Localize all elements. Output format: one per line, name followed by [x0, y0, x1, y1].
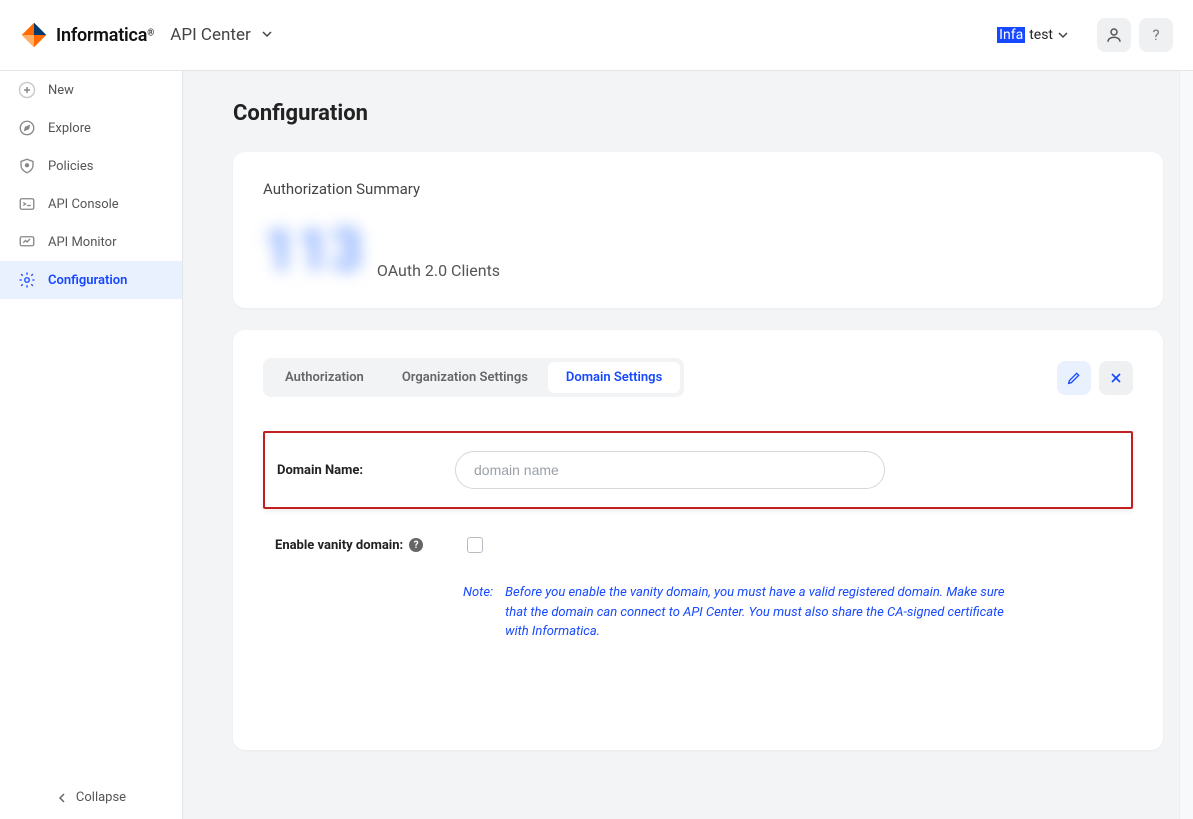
sidebar-item-label: API Console [48, 197, 119, 212]
vanity-checkbox[interactable] [467, 537, 483, 553]
sidebar-item-label: Configuration [48, 273, 127, 288]
sidebar-item-api-monitor[interactable]: API Monitor [0, 223, 182, 261]
vanity-row: Enable vanity domain: ? [263, 537, 1133, 553]
monitor-icon [18, 233, 36, 251]
chevron-left-icon [56, 792, 68, 804]
sidebar-item-explore[interactable]: Explore [0, 109, 182, 147]
tenant-switcher[interactable]: Infa test [997, 27, 1069, 43]
chevron-down-icon [1057, 29, 1069, 41]
sidebar-item-policies[interactable]: Policies [0, 147, 182, 185]
note-text: Before you enable the vanity domain, you… [505, 583, 1025, 642]
pencil-icon [1066, 370, 1082, 386]
close-icon [1108, 370, 1124, 386]
note-row: Note: Before you enable the vanity domai… [263, 583, 1133, 642]
plus-icon [18, 81, 36, 99]
edit-button[interactable] [1057, 361, 1091, 395]
sidebar: New Explore Policies API Console API Mon… [0, 71, 183, 819]
page-title: Configuration [233, 101, 1163, 126]
chevron-down-icon [261, 28, 273, 40]
sidebar-item-configuration[interactable]: Configuration [0, 261, 182, 299]
help-icon[interactable]: ? [409, 538, 423, 552]
brand-block: Informatica® API Center [20, 21, 273, 49]
informatica-logo-icon [20, 21, 48, 49]
main-content: Configuration Authorization Summary 113 … [183, 71, 1193, 819]
settings-card: Authorization Organization Settings Doma… [233, 330, 1163, 750]
summary-label: OAuth 2.0 Clients [377, 261, 500, 280]
tab-authorization[interactable]: Authorization [267, 362, 382, 393]
tab-organization-settings[interactable]: Organization Settings [384, 362, 546, 393]
note-label: Note: [463, 583, 493, 642]
console-icon [18, 195, 36, 213]
tab-domain-settings[interactable]: Domain Settings [548, 362, 680, 393]
brand-name: Informatica® [56, 25, 154, 46]
sidebar-item-label: Policies [48, 159, 93, 174]
summary-title: Authorization Summary [263, 180, 1133, 198]
help-icon: ? [1152, 26, 1159, 44]
gear-icon [18, 271, 36, 289]
sidebar-item-label: API Monitor [48, 235, 117, 250]
sidebar-item-label: Explore [48, 121, 91, 136]
domain-name-row: Domain Name: [263, 431, 1133, 509]
tabs: Authorization Organization Settings Doma… [263, 358, 684, 397]
scrollbar[interactable] [1179, 71, 1193, 819]
close-button[interactable] [1099, 361, 1133, 395]
summary-card: Authorization Summary 113 OAuth 2.0 Clie… [233, 152, 1163, 308]
vanity-label: Enable vanity domain: ? [273, 538, 453, 553]
domain-name-input[interactable] [455, 451, 885, 489]
summary-count: 113 [263, 222, 363, 280]
user-icon [1105, 26, 1123, 44]
user-button[interactable] [1097, 18, 1131, 52]
product-switcher[interactable]: API Center [170, 25, 273, 45]
shield-icon [18, 157, 36, 175]
tenant-rest: test [1029, 27, 1053, 43]
help-button[interactable]: ? [1139, 18, 1173, 52]
compass-icon [18, 119, 36, 137]
tenant-highlight: Infa [997, 27, 1025, 43]
sidebar-item-label: New [48, 83, 74, 98]
domain-name-label: Domain Name: [275, 463, 455, 478]
app-header: Informatica® API Center Infa test ? [0, 0, 1193, 71]
sidebar-collapse[interactable]: Collapse [0, 776, 182, 819]
sidebar-item-new[interactable]: New [0, 71, 182, 109]
sidebar-item-api-console[interactable]: API Console [0, 185, 182, 223]
